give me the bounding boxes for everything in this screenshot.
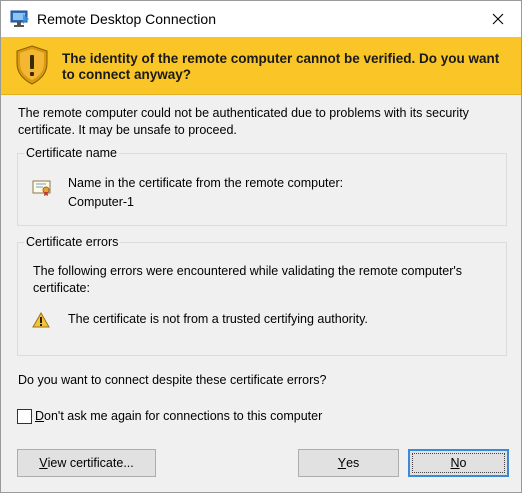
certificate-name-group: Certificate name Name in the certificate… (17, 145, 507, 226)
close-icon (492, 13, 504, 25)
certificate-name-text: Name in the certificate from the remote … (68, 174, 343, 212)
certificate-errors-group: Certificate errors The following errors … (17, 234, 507, 356)
yes-mnemonic: Y (337, 456, 347, 470)
errors-intro-text: The following errors were encountered wh… (33, 264, 462, 295)
dont-ask-label-mnemonic: D (35, 409, 45, 423)
yes-label: es (346, 456, 360, 470)
no-button[interactable]: No (408, 449, 509, 477)
view-certificate-label: iew certificate... (47, 456, 134, 470)
dont-ask-label[interactable]: Don't ask me again for connections to th… (35, 409, 322, 423)
view-certificate-mnemonic: V (39, 456, 48, 470)
remote-desktop-dialog: Remote Desktop Connection The identity o… (0, 0, 522, 493)
certificate-name-value: Computer-1 (68, 195, 134, 209)
certificate-name-legend: Certificate name (24, 145, 120, 161)
error-item: The certificate is not from a trusted ce… (68, 312, 368, 326)
certificate-name-label: Name in the certificate from the remote … (68, 176, 344, 190)
view-certificate-button[interactable]: View certificate... (17, 449, 156, 477)
warning-icon (32, 311, 50, 328)
window-title: Remote Desktop Connection (37, 11, 216, 27)
close-button[interactable] (475, 1, 521, 37)
certificate-errors-legend: Certificate errors (24, 234, 121, 250)
dont-ask-label-rest: on't ask me again for connections to thi… (44, 409, 323, 423)
focus-rectangle (412, 453, 505, 473)
yes-button[interactable]: Yes (298, 449, 399, 477)
connect-question: Do you want to connect despite these cer… (18, 373, 327, 387)
remote-desktop-icon (10, 10, 30, 28)
dont-ask-checkbox[interactable] (17, 409, 32, 424)
warning-banner: The identity of the remote computer cann… (1, 37, 521, 95)
banner-message: The identity of the remote computer cann… (62, 51, 500, 82)
intro-text: The remote computer could not be authent… (18, 106, 469, 137)
warning-shield-icon (15, 45, 49, 85)
title-bar[interactable]: Remote Desktop Connection (1, 1, 521, 37)
certificate-icon (32, 179, 52, 197)
